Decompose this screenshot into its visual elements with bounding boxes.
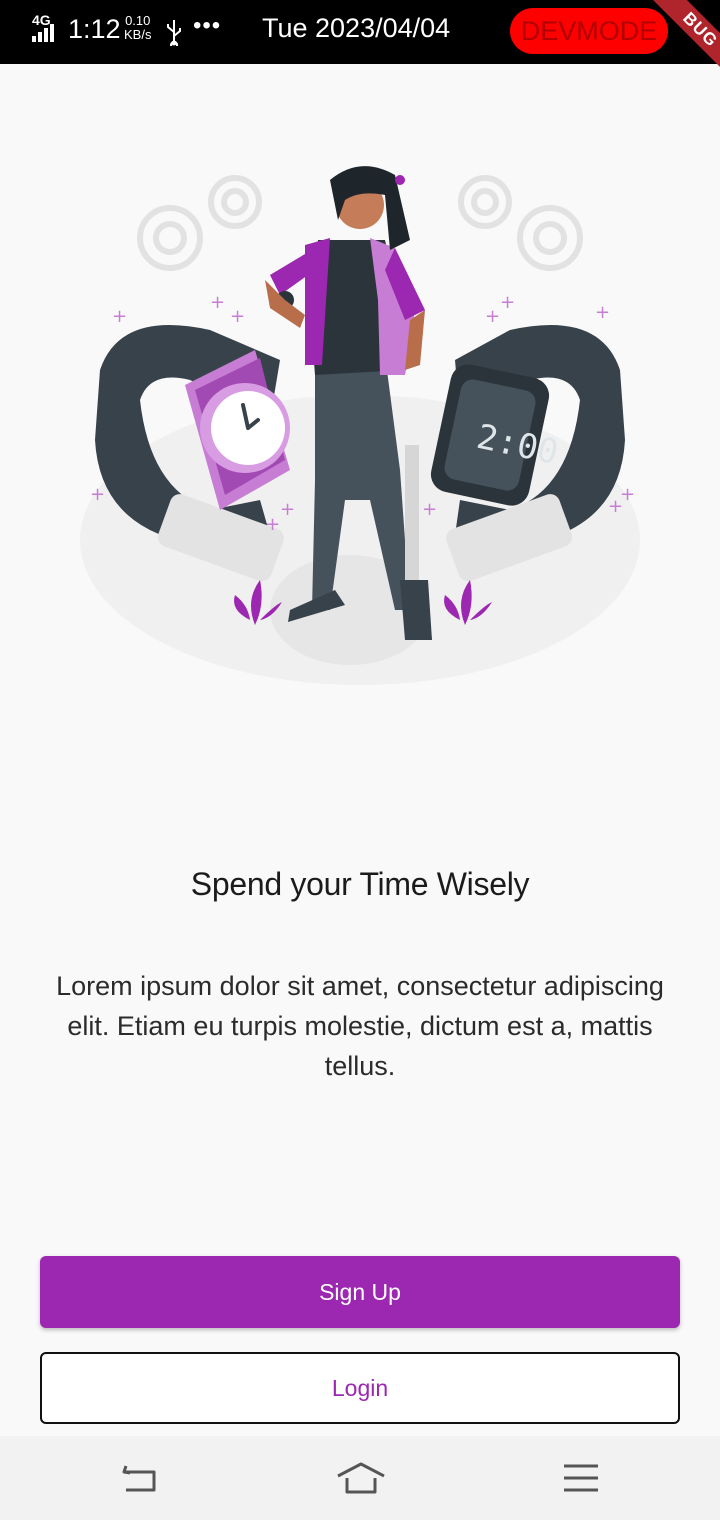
svg-text:+: + — [265, 514, 280, 535]
svg-text:+: + — [210, 292, 225, 313]
network-speed: 0.10 KB/s — [124, 14, 151, 42]
svg-text:+: + — [595, 302, 610, 323]
back-icon[interactable] — [118, 1460, 160, 1496]
svg-text:+: + — [112, 306, 127, 327]
svg-text:+: + — [90, 484, 105, 505]
system-navigation-bar — [0, 1436, 720, 1520]
svg-text:+: + — [280, 499, 295, 520]
more-notifications-icon: ••• — [193, 12, 222, 39]
status-bar: 4G 1:12 0.10 KB/s ••• Tue 2023/04/04 DEV… — [0, 0, 720, 64]
svg-text:+: + — [500, 292, 515, 313]
signal-icon — [32, 24, 54, 42]
usb-icon — [167, 20, 181, 46]
speed-unit: KB/s — [124, 27, 152, 42]
svg-text:+: + — [230, 306, 245, 327]
svg-text:+: + — [422, 499, 437, 520]
date: Tue 2023/04/04 — [262, 13, 451, 43]
svg-text:+: + — [608, 496, 623, 517]
svg-text:+: + — [485, 306, 500, 327]
onboarding-illustration: 2:00 +++ +++ ++ + +++ — [80, 166, 640, 685]
login-button[interactable]: Login — [40, 1352, 680, 1424]
clock: 1:12 — [68, 14, 121, 44]
devmode-badge: DEVMODE — [510, 8, 668, 54]
onboarding-title: Spend your Time Wisely — [190, 866, 530, 902]
speed-value: 0.10 — [125, 13, 151, 28]
onboarding-description: Lorem ipsum dolor sit amet, consectetur … — [56, 971, 664, 1081]
home-icon[interactable] — [336, 1460, 386, 1496]
sign-up-button[interactable]: Sign Up — [40, 1256, 680, 1328]
menu-icon[interactable] — [562, 1460, 600, 1496]
